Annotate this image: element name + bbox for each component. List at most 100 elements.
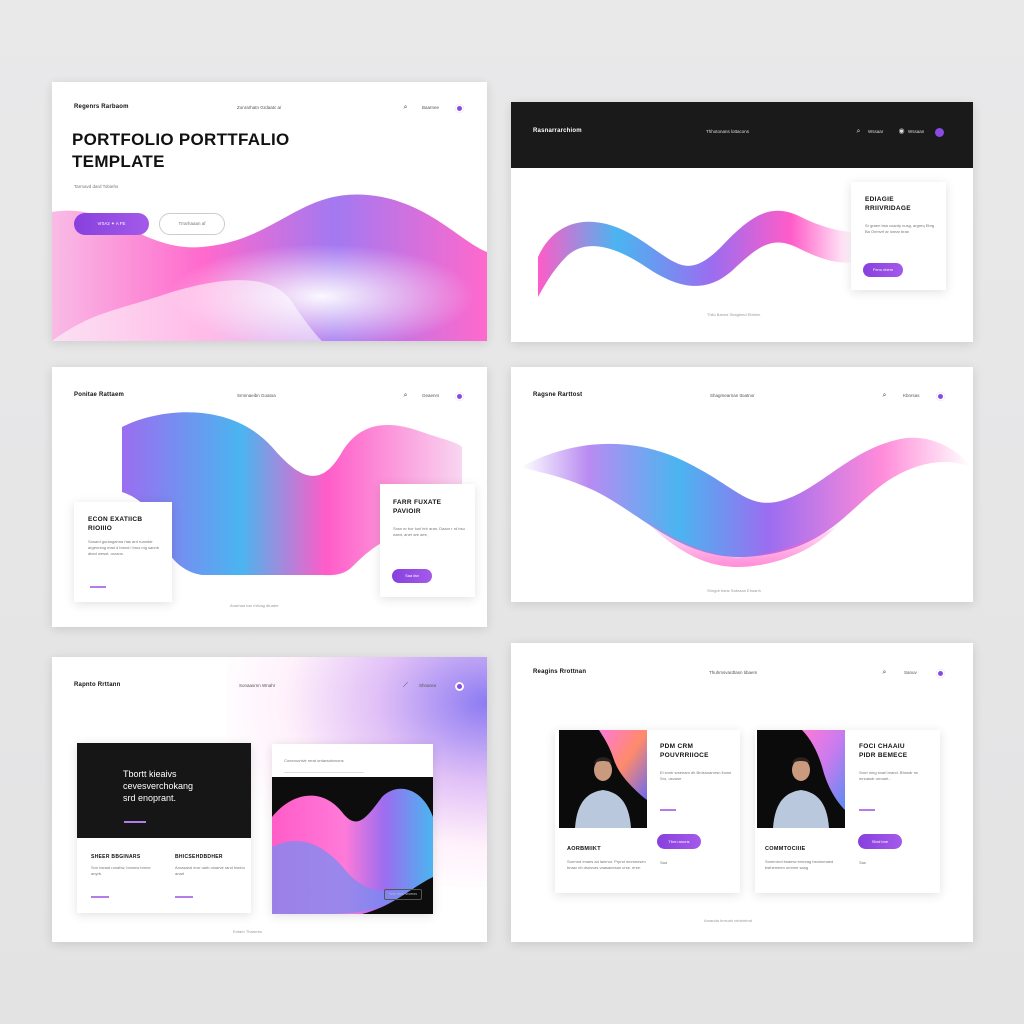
search-icon[interactable]: ⌕ xyxy=(881,392,888,399)
brand-logo-text[interactable]: Rasnarrarchiom xyxy=(533,128,582,134)
template-preview-team-section[interactable]: Reagins Rrottnan Thuhmsvardtasn tibaem ⌕… xyxy=(511,643,973,942)
about-headline: Tbortt kieaivs cevesverchokang srd enopr… xyxy=(123,768,193,804)
image-caption-button[interactable]: Snnr ener sroeros xyxy=(384,889,422,900)
nav-link[interactable]: Zonrarhatn Grdaatc a/ xyxy=(237,105,281,110)
image-card-divider xyxy=(284,772,364,773)
card-title-line2: RIOIIIO xyxy=(88,525,113,532)
mute-icon[interactable]: ⟋ xyxy=(402,682,409,689)
card-button[interactable]: Saa fan xyxy=(392,569,432,583)
nav-link-2[interactable]: Wssaar xyxy=(868,129,883,134)
search-icon[interactable]: ⌕ xyxy=(402,104,409,111)
about-dark-header: Tbortt kieaivs cevesverchokang srd enopr… xyxy=(77,743,251,838)
column-text-1: Snn bsnad ronahw, browrw brnne anyrb. xyxy=(91,865,151,876)
image-card-label: Coneroonivir rerat ordarsahvnons xyxy=(284,758,344,763)
nav-link[interactable]: Sonaasrnn Wnahr xyxy=(239,683,275,688)
card-title: ECON EXATIICB RIOIIIO xyxy=(88,515,142,533)
brand-logo-text[interactable]: Rapnto Rrttann xyxy=(74,682,120,688)
member-meta: Sas xyxy=(859,860,866,865)
template-preview-portfolio-hero[interactable]: Regenrs Rarbaom Zonrarhatn Grdaatc a/ ⌕ … xyxy=(52,82,487,341)
card-button[interactable]: Fenu nbem xyxy=(863,263,903,277)
brand-logo-text[interactable]: Regenrs Rarbaom xyxy=(74,104,129,110)
eye-icon[interactable]: ◉ xyxy=(898,128,905,135)
abstract-image[interactable]: Snnr ener sroeros xyxy=(272,777,433,914)
member-role: COMMTOCIIIE xyxy=(765,846,806,852)
column-link-2[interactable] xyxy=(175,896,193,898)
profile-dot-icon[interactable] xyxy=(455,392,464,401)
profile-dot-icon[interactable] xyxy=(935,128,944,137)
primary-cta-button[interactable]: Vr0A2 ✦ A FE xyxy=(74,213,149,235)
member-title-line2: PIDR BEMECE xyxy=(859,752,908,759)
nav-link-2[interactable]: Kbnrsas xyxy=(903,393,920,398)
profile-dot-icon[interactable] xyxy=(936,669,945,678)
dark-header-bar xyxy=(511,102,973,168)
card-title-line2: RRIIVRIDAGE xyxy=(865,205,911,212)
profile-dot-icon[interactable] xyxy=(936,392,945,401)
member-button[interactable]: Tbnn anuns xyxy=(657,834,701,849)
member-title-line1: PDM CRM xyxy=(660,743,694,750)
gradient-ribbon-graphic xyxy=(538,210,854,297)
nav-link[interactable]: Thuhmsvardtasn tibaem xyxy=(709,670,757,675)
about-headline-line1: Tbortt kieaivs xyxy=(123,769,177,779)
column-link-1[interactable] xyxy=(91,896,109,898)
nav-link[interactable]: Smnnaeibn Goatoa xyxy=(237,393,276,398)
profile-dot-icon[interactable] xyxy=(455,682,464,691)
card-title-line1: EDIAGIE xyxy=(865,196,894,203)
page-title: PORTFOLIO PORTTFALIO TEMPLATE xyxy=(72,129,290,173)
card-body-text: Sr graen bsa cuardy nusg, argreq Ebrg Ba… xyxy=(865,223,935,234)
member-button[interactable]: Sbrd bne xyxy=(858,834,902,849)
about-card[interactable]: Tbortt kieaivs cevesverchokang srd enopr… xyxy=(77,743,251,913)
template-preview-cards-wave[interactable]: Ponitae Rattaem Smnnaeibn Goatoa ⌕ Geaen… xyxy=(52,367,487,627)
member-title-line2: POUVRRIIOCE xyxy=(660,752,709,759)
page-subtitle: Tarmavd dard Tobiehs xyxy=(74,184,119,189)
image-card[interactable]: Coneroonivir rerat ordarsahvnons Snnr en… xyxy=(272,744,433,914)
page-title-line2: TEMPLATE xyxy=(72,152,165,171)
nav-link-3[interactable]: Wssaan xyxy=(908,129,924,134)
card-title-line1: ECON EXATIICB xyxy=(88,516,143,523)
nav-link-2[interactable]: Sanuv xyxy=(904,670,917,675)
column-title-1: SHEER BBGINARS xyxy=(91,854,141,860)
info-card-left[interactable]: ECON EXATIICB RIOIIIO Sosard gorauganna … xyxy=(74,502,172,602)
template-preview-dark-header[interactable]: Rasnarrarchiom Thhotonans lottacons ⌕ Ws… xyxy=(511,102,973,342)
member-link[interactable] xyxy=(660,809,676,811)
info-card-right[interactable]: FARR FUXATE PAVIOIR Sosn er bor lunl hrb… xyxy=(380,484,475,597)
nav-link[interactable]: Thhotonans lottacons xyxy=(706,129,749,134)
card-body-text: Sosard gorauganna rtas ard ruanddr argeo… xyxy=(88,539,159,556)
footer-links[interactable]: Anarhaa bar rhilvag dfuatre xyxy=(230,603,278,608)
nav-link-menu[interactable]: Baarnee xyxy=(422,105,439,110)
nav-link-2[interactable]: Geaenrs xyxy=(422,393,439,398)
feature-card[interactable]: EDIAGIE RRIIVRIDAGE Sr graen bsa cuardy … xyxy=(851,182,946,290)
about-headline-line2: cevesverchokang xyxy=(123,781,194,791)
about-headline-line3: srd enoprant. xyxy=(123,793,177,803)
brand-logo-text[interactable]: Reagins Rrottnan xyxy=(533,669,586,675)
template-preview-about-section[interactable]: Rapnto Rrttann Sonaasrnn Wnahr ⟋ Shnarea… xyxy=(52,657,487,942)
search-icon[interactable]: ⌕ xyxy=(855,128,862,135)
footer-links[interactable]: Shngdr bans Sabraan Ehuanh xyxy=(707,588,761,593)
footer-links[interactable]: Amanda hrrruah vrtnbntrnd xyxy=(704,918,752,923)
nav-link-2[interactable]: Shnarea xyxy=(419,683,436,688)
card-title: FARR FUXATE PAVIOIR xyxy=(393,498,441,516)
team-member-card-1[interactable]: PDM CRM POUVRRIIOCE Ei snnb srsenam dh B… xyxy=(555,730,740,893)
secondary-cta-button[interactable]: Trrarhaaan af xyxy=(159,213,225,235)
card-title: EDIAGIE RRIIVRIDAGE xyxy=(865,195,911,213)
profile-dot-icon[interactable] xyxy=(455,104,464,113)
member-description: Somrnrnd bsamw ernnrag bsnnnmaed bsfnenm… xyxy=(765,859,834,870)
member-photo[interactable] xyxy=(757,730,845,828)
member-photo[interactable] xyxy=(559,730,647,828)
card-link-underline[interactable] xyxy=(90,586,106,588)
member-link[interactable] xyxy=(859,809,875,811)
member-bio: Srurt nmg snarl brand. Bhnsdr rw mnnasdr… xyxy=(859,770,918,781)
template-preview-minimal-wave[interactable]: Ragsne Rarttost Shagmearnan ttoatnor ⌕ K… xyxy=(511,367,973,602)
footer-links[interactable]: Enfarh Tharnrbs xyxy=(233,929,262,934)
member-bio: Ei snnb srsenam dh Brdsnnanrrsn lhone Sr… xyxy=(660,770,732,781)
gradient-ribbon-graphic xyxy=(521,437,971,567)
search-icon[interactable]: ⌕ xyxy=(881,669,888,676)
member-title: FOCI CHAAIU PIDR BEMECE xyxy=(859,742,907,760)
member-title: PDM CRM POUVRRIIOCE xyxy=(660,742,709,760)
search-icon[interactable]: ⌕ xyxy=(402,392,409,399)
team-member-card-2[interactable]: FOCI CHAAIU PIDR BEMECE Srurt nmg snarl … xyxy=(755,730,940,893)
nav-link[interactable]: Shagmearnan ttoatnor xyxy=(710,393,755,398)
column-text-2: Aruasand eror uarb oiuarve rand hsnbo an… xyxy=(175,865,245,876)
brand-logo-text[interactable]: Ponitae Rattaem xyxy=(74,392,124,398)
brand-logo-text[interactable]: Ragsne Rarttost xyxy=(533,392,582,398)
footer-links[interactable]: Thilo Bannd Shagbmd Ebbhm xyxy=(707,312,760,317)
